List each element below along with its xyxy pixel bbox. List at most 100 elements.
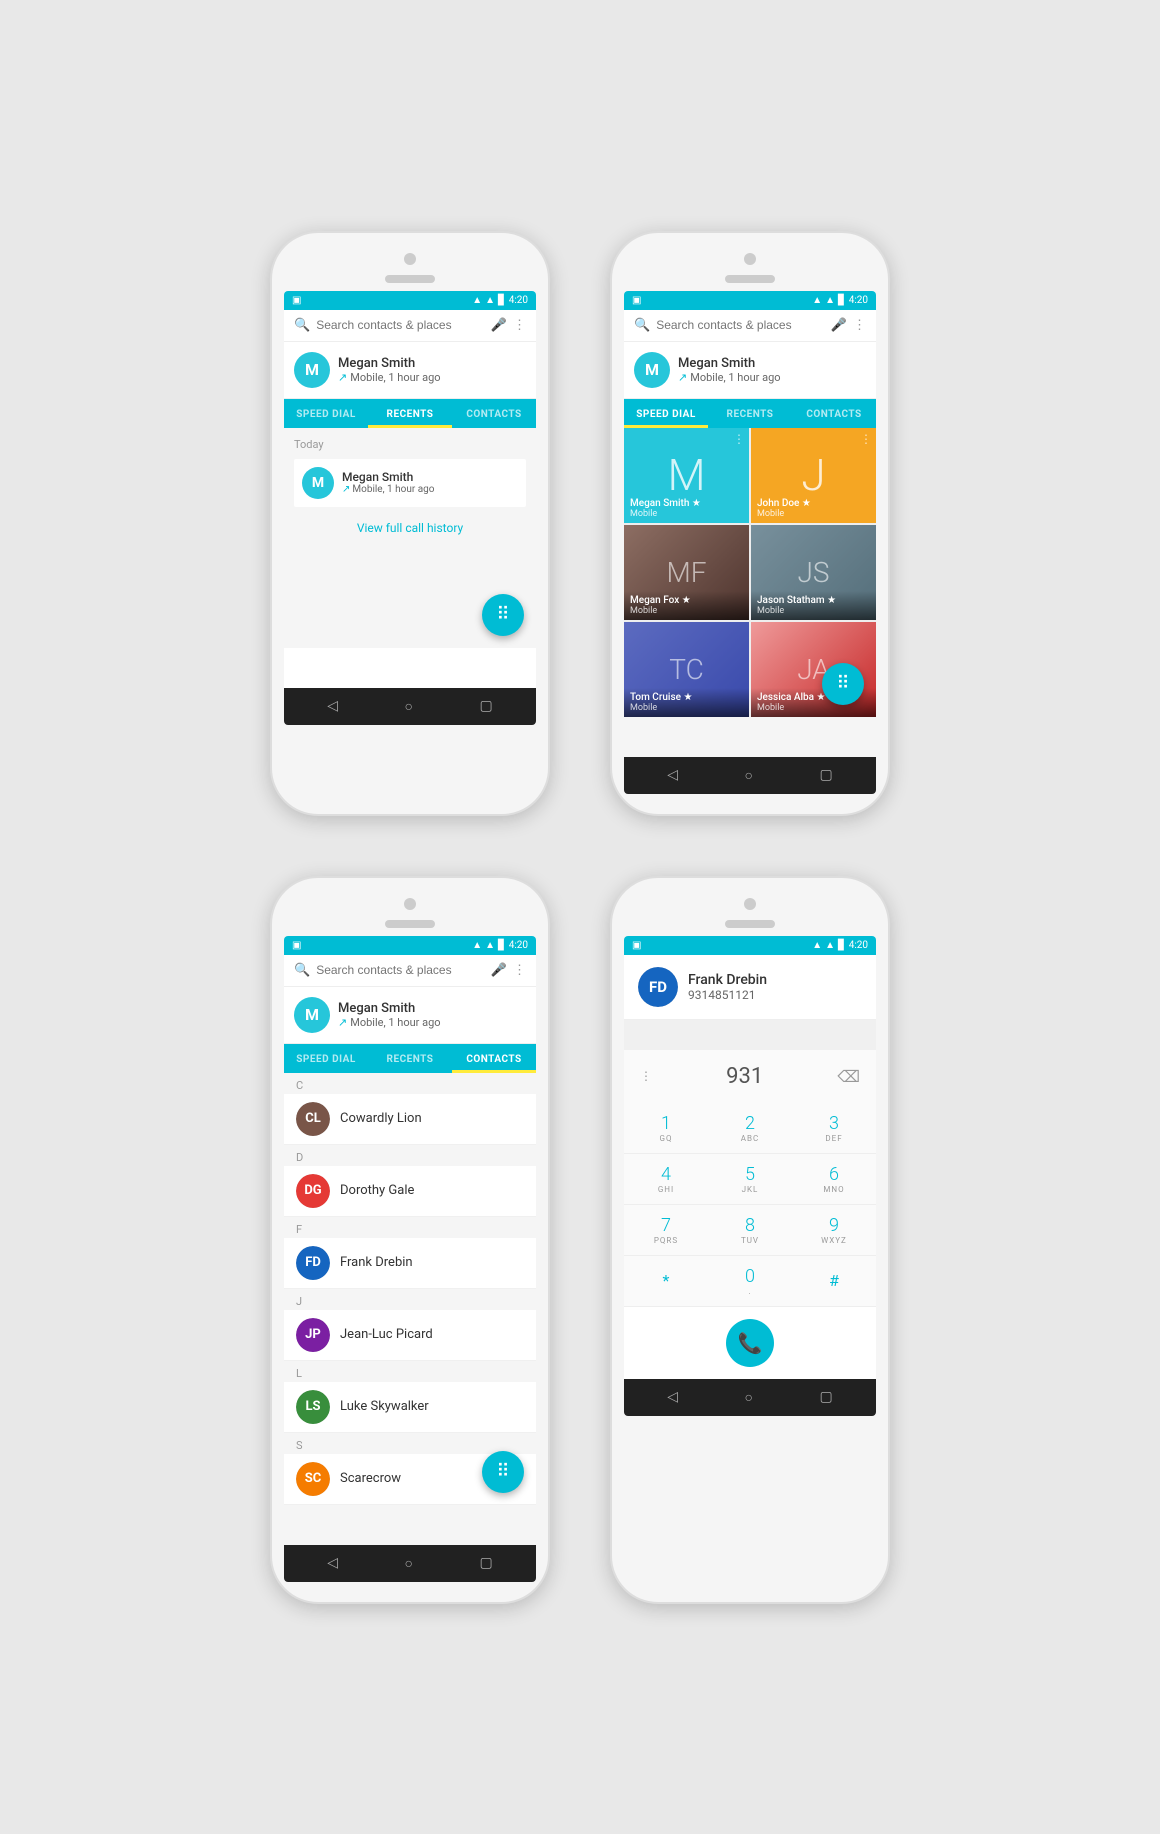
key-num: 8 (745, 1215, 755, 1236)
tab-recents[interactable]: RECENTS (368, 1044, 452, 1073)
contact-name: Frank Drebin (340, 1255, 413, 1270)
contact-row-luke[interactable]: LS Luke Skywalker (284, 1382, 536, 1433)
caller-name: Megan Smith (342, 470, 435, 484)
recent-call-banner-3[interactable]: M Megan Smith ↗ Mobile, 1 hour ago (284, 987, 536, 1044)
call-detail: ↗ Mobile, 1 hour ago (338, 371, 526, 384)
tab-contacts[interactable]: CONTACTS (452, 399, 536, 428)
contact-row-dorothy[interactable]: DG Dorothy Gale (284, 1166, 536, 1217)
search-input-2[interactable] (656, 318, 825, 332)
call-row[interactable]: M Megan Smith ↗ Mobile, 1 hour ago (294, 459, 526, 507)
speed-dial-meganfox[interactable]: MF Megan Fox ★ Mobile (624, 525, 749, 620)
signal-icon: ▲ (485, 295, 495, 306)
key-1[interactable]: 1 GQ (624, 1103, 708, 1154)
key-8[interactable]: 8 TUV (708, 1205, 792, 1256)
key-2[interactable]: 2 ABC (708, 1103, 792, 1154)
key-4[interactable]: 4 GHI (624, 1154, 708, 1205)
key-9[interactable]: 9 WXYZ (792, 1205, 876, 1256)
photo-name: Megan Fox ★ (630, 595, 743, 606)
mic-icon[interactable]: 🎤 (491, 963, 507, 978)
dialpad-fab[interactable]: ⠿ (822, 663, 864, 705)
backspace-icon[interactable]: ⌫ (837, 1067, 860, 1086)
key-letters: MNO (823, 1185, 844, 1194)
phone-speaker (725, 275, 775, 283)
time-display: 4:20 (849, 940, 868, 951)
recent-call-banner[interactable]: M Megan Smith ↗ Mobile, 1 hour ago (284, 342, 536, 399)
key-letters: DEF (825, 1134, 842, 1143)
key-hash[interactable]: # (792, 1256, 876, 1307)
photo-sub: Mobile (757, 703, 870, 713)
status-bar: ▣ ▲ ▲ ▊ 4:20 (284, 291, 536, 310)
phone-screen-4: ▣ ▲ ▲ ▊ 4:20 FD Frank Drebin 9314851121 (624, 936, 876, 1416)
search-input-1[interactable] (316, 318, 485, 332)
dialer-info: Frank Drebin 9314851121 (688, 972, 767, 1002)
more-icon[interactable]: ⋮ (733, 432, 745, 446)
key-3[interactable]: 3 DEF (792, 1103, 876, 1154)
recents-button[interactable]: ▢ (820, 767, 833, 783)
letter-f: F (284, 1217, 536, 1238)
contact-row-jean[interactable]: JP Jean-Luc Picard (284, 1310, 536, 1361)
search-input-3[interactable] (316, 963, 485, 977)
call-info-row: Megan Smith ↗ Mobile, 1 hour ago (342, 470, 435, 495)
key-0[interactable]: 0 . (708, 1256, 792, 1307)
tab-contacts[interactable]: CONTACTS (792, 399, 876, 428)
signal-icon: ▲ (825, 295, 835, 306)
home-button[interactable]: ○ (405, 698, 413, 715)
speed-dial-tomcruise[interactable]: TC Tom Cruise ★ Mobile (624, 622, 749, 717)
dialpad-fab[interactable]: ⠿ (482, 594, 524, 636)
tab-contacts[interactable]: CONTACTS (452, 1044, 536, 1073)
phone-speaker (725, 920, 775, 928)
phones-grid: ▣ ▲ ▲ ▊ 4:20 🔍 🎤 ⋮ M Megan Sm (270, 231, 890, 1604)
tab-recents[interactable]: RECENTS (368, 399, 452, 428)
phone-camera (744, 898, 756, 910)
recents-button[interactable]: ▢ (820, 1389, 833, 1405)
search-icon: 🔍 (294, 318, 310, 333)
search-bar-3: 🔍 🎤 ⋮ (284, 955, 536, 987)
more-options-icon[interactable]: ⋮ (513, 963, 526, 978)
phone-camera (404, 898, 416, 910)
mic-icon[interactable]: 🎤 (831, 318, 847, 333)
fab-container: ⠿ (284, 1505, 536, 1545)
home-button[interactable]: ○ (405, 1555, 413, 1572)
key-6[interactable]: 6 MNO (792, 1154, 876, 1205)
tab-speed-dial[interactable]: SPEED DIAL (624, 399, 708, 428)
contact-row-frank[interactable]: FD Frank Drebin (284, 1238, 536, 1289)
tab-speed-dial[interactable]: SPEED DIAL (284, 399, 368, 428)
screen-icon: ▣ (292, 295, 301, 306)
tab-speed-dial[interactable]: SPEED DIAL (284, 1044, 368, 1073)
key-5[interactable]: 5 JKL (708, 1154, 792, 1205)
battery-icon: ▊ (838, 940, 846, 951)
key-7[interactable]: 7 PQRS (624, 1205, 708, 1256)
recents-button[interactable]: ▢ (480, 1555, 493, 1571)
more-options-icon[interactable]: ⋮ (853, 318, 866, 333)
call-button[interactable]: 📞 (726, 1319, 774, 1367)
back-button[interactable]: ◁ (327, 1555, 338, 1571)
key-star[interactable]: * (624, 1256, 708, 1307)
recent-call-banner-2[interactable]: M Megan Smith ↗ Mobile, 1 hour ago (624, 342, 876, 399)
more-icon[interactable]: ⋮ (860, 432, 872, 446)
status-bar-2: ▣ ▲ ▲ ▊ 4:20 (624, 291, 876, 310)
key-num: 0 (745, 1266, 755, 1287)
view-history-link[interactable]: View full call history (294, 511, 526, 545)
back-button[interactable]: ◁ (667, 767, 678, 783)
dialpad-fab[interactable]: ⠿ (482, 1451, 524, 1493)
speed-dial-jason[interactable]: JS Jason Statham ★ Mobile (751, 525, 876, 620)
recents-button[interactable]: ▢ (480, 698, 493, 714)
key-sym: * (663, 1271, 670, 1290)
speed-dial-megan[interactable]: M ⋮ Megan Smith ★ Mobile (624, 428, 749, 523)
speed-dial-john[interactable]: J ⋮ John Doe ★ Mobile (751, 428, 876, 523)
home-button[interactable]: ○ (745, 1389, 753, 1406)
phone-screen-2: ▣ ▲ ▲ ▊ 4:20 🔍 🎤 ⋮ M Megan Smith (624, 291, 876, 794)
back-button[interactable]: ◁ (327, 698, 338, 714)
key-num: 5 (745, 1164, 755, 1185)
tabs-1: SPEED DIAL RECENTS CONTACTS (284, 399, 536, 428)
mic-icon[interactable]: 🎤 (491, 318, 507, 333)
dialer-menu-icon[interactable]: ⋮ (640, 1069, 652, 1083)
contact-row-cowardly[interactable]: CL Cowardly Lion (284, 1094, 536, 1145)
speed-dial-info: John Doe ★ Mobile (757, 498, 811, 519)
outgoing-icon: ↗ (338, 1016, 347, 1029)
back-button[interactable]: ◁ (667, 1389, 678, 1405)
speed-dial-sub: Mobile (630, 509, 701, 519)
tab-recents[interactable]: RECENTS (708, 399, 792, 428)
more-options-icon[interactable]: ⋮ (513, 318, 526, 333)
home-button[interactable]: ○ (745, 767, 753, 784)
